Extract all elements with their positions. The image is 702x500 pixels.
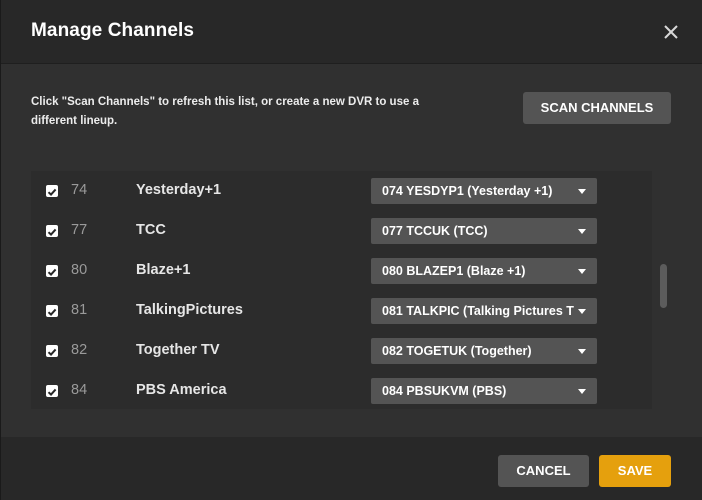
channel-name: Blaze+1: [136, 262, 191, 278]
checkbox-checked-icon: [47, 388, 57, 397]
chevron-down-icon: [578, 229, 586, 234]
channel-row: 82 Together TV 082 TOGETUK (Together): [31, 331, 652, 371]
close-icon: [664, 25, 678, 39]
dialog-header: Manage Channels: [1, 0, 702, 64]
scan-channels-button[interactable]: SCAN CHANNELS: [523, 92, 671, 124]
channel-checkbox[interactable]: [46, 305, 58, 317]
channel-name: Together TV: [136, 342, 220, 358]
scan-description: Click "Scan Channels" to refresh this li…: [31, 96, 419, 127]
cancel-button[interactable]: CANCEL: [498, 455, 589, 487]
lineup-select-value: 074 YESDYP1 (Yesterday +1): [382, 184, 553, 198]
lineup-select[interactable]: 077 TCCUK (TCC): [371, 218, 597, 244]
lineup-select-value: 084 PBSUKVM (PBS): [382, 384, 507, 398]
lineup-select[interactable]: 082 TOGETUK (Together): [371, 338, 597, 364]
checkbox-checked-icon: [47, 228, 57, 237]
channel-name: PBS America: [136, 382, 227, 398]
channel-checkbox[interactable]: [46, 225, 58, 237]
channel-row: 74 Yesterday+1 074 YESDYP1 (Yesterday +1…: [31, 171, 652, 211]
lineup-select-value: 082 TOGETUK (Together): [382, 344, 532, 358]
checkbox-checked-icon: [47, 348, 57, 357]
channel-number: 84: [71, 382, 88, 398]
chevron-down-icon: [578, 389, 586, 394]
channel-name: TalkingPictures: [136, 302, 243, 318]
channel-row: 81 TalkingPictures 081 TALKPIC (Talking …: [31, 291, 652, 331]
channel-number: 82: [71, 342, 88, 358]
channel-name: TCC: [136, 222, 166, 238]
close-button[interactable]: [659, 20, 683, 44]
dialog-footer: CANCEL SAVE: [1, 437, 702, 500]
lineup-select-value: 080 BLAZEP1 (Blaze +1): [382, 264, 526, 278]
chevron-down-icon: [578, 349, 586, 354]
channel-list-scrollbar[interactable]: [660, 264, 667, 308]
lineup-select-value: 077 TCCUK (TCC): [382, 224, 488, 238]
channel-checkbox[interactable]: [46, 185, 58, 197]
channel-row: 80 Blaze+1 080 BLAZEP1 (Blaze +1): [31, 251, 652, 291]
chevron-down-icon: [578, 309, 586, 314]
chevron-down-icon: [578, 189, 586, 194]
lineup-select[interactable]: 080 BLAZEP1 (Blaze +1): [371, 258, 597, 284]
lineup-select[interactable]: 084 PBSUKVM (PBS): [371, 378, 597, 404]
save-button[interactable]: SAVE: [599, 455, 671, 487]
channel-number: 81: [71, 302, 88, 318]
channel-number: 74: [71, 182, 88, 198]
checkbox-checked-icon: [47, 308, 57, 317]
lineup-select[interactable]: 074 YESDYP1 (Yesterday +1): [371, 178, 597, 204]
checkbox-checked-icon: [47, 188, 57, 197]
checkbox-checked-icon: [47, 268, 57, 277]
channel-list: 74 Yesterday+1 074 YESDYP1 (Yesterday +1…: [31, 171, 652, 409]
dialog-title: Manage Channels: [31, 20, 195, 41]
channel-checkbox[interactable]: [46, 385, 58, 397]
channel-name: Yesterday+1: [136, 182, 222, 198]
channel-number: 80: [71, 262, 88, 278]
chevron-down-icon: [578, 269, 586, 274]
channel-number: 77: [71, 222, 88, 238]
dialog-body: Click "Scan Channels" to refresh this li…: [1, 64, 702, 437]
channel-checkbox[interactable]: [46, 265, 58, 277]
channel-row: 77 TCC 077 TCCUK (TCC): [31, 211, 652, 251]
channel-row: 84 PBS America 084 PBSUKVM (PBS): [31, 371, 652, 409]
manage-channels-dialog: Manage Channels Click "Scan Channels" to…: [0, 0, 702, 500]
lineup-select[interactable]: 081 TALKPIC (Talking Pictures T: [371, 298, 597, 324]
lineup-select-value: 081 TALKPIC (Talking Pictures T: [382, 304, 574, 318]
channel-checkbox[interactable]: [46, 345, 58, 357]
